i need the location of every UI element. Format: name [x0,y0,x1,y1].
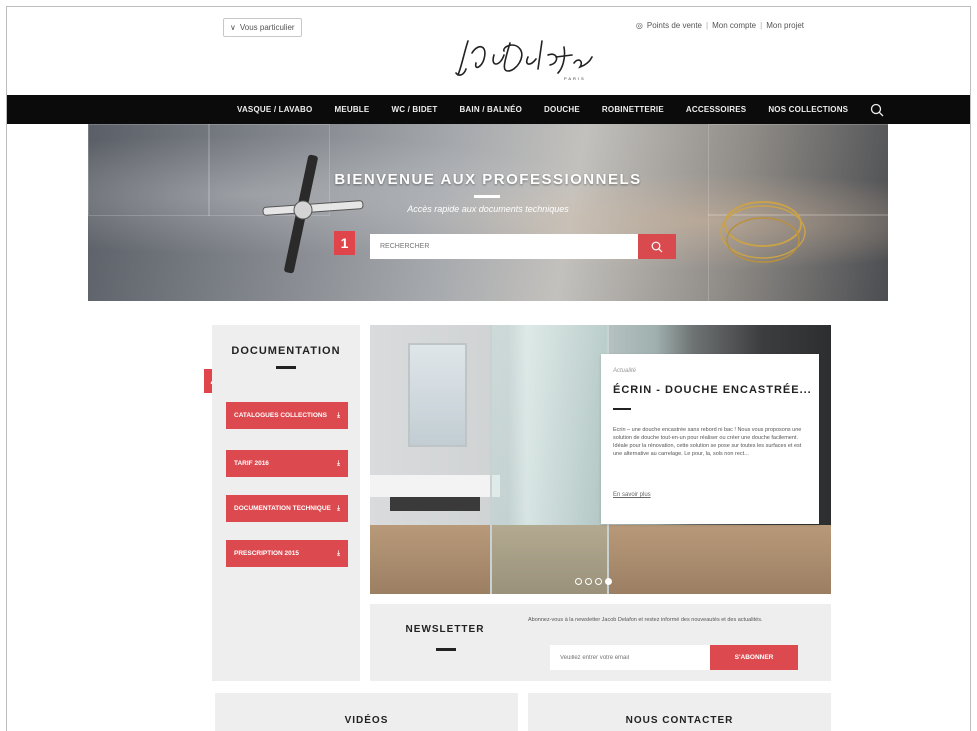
link-points-de-vente[interactable]: Points de vente [647,21,702,30]
professional-selector[interactable]: ∨ Vous particulier [223,18,302,37]
slider-dot-active[interactable] [605,578,612,585]
divider: | [760,21,763,30]
newsletter-panel: NEWSLETTER Abonnez-vous à la newsletter … [370,604,831,681]
slide-image-vanity-drawer [390,497,480,511]
newsletter-divider [436,648,456,651]
nav-item-douche[interactable]: DOUCHE [544,105,580,114]
nav-item-vasque[interactable]: VASQUE / LAVABO [237,105,312,114]
documentation-panel: DOCUMENTATION CATALOGUES COLLECTIONS ⤓ T… [212,325,360,681]
download-icon: ⤓ [337,411,340,419]
site-header: ∨ Vous particulier ◎ Points de vente | M… [7,7,970,95]
newsletter-description: Abonnez-vous à la newsletter Jacob Delaf… [528,617,763,623]
browser-frame: ∨ Vous particulier ◎ Points de vente | M… [6,6,971,731]
divider: | [706,21,709,30]
nav-item-collections[interactable]: NOS COLLECTIONS [768,105,848,114]
doc-button-prescription[interactable]: PRESCRIPTION 2015 ⤓ [226,540,348,567]
doc-button-label: DOCUMENTATION TECHNIQUE [234,505,331,512]
hero-divider [474,195,500,198]
top-links: ◎ Points de vente | Mon compte | Mon pro… [636,21,804,30]
chevron-down-icon: ∨ [230,23,236,32]
main-nav: VASQUE / LAVABO MEUBLE WC / BIDET BAIN /… [7,95,970,124]
faucet-illustration [262,154,364,274]
hero-subtitle: Accès rapide aux documents techniques [407,204,569,214]
slider-pagination [575,578,612,585]
newsletter-subscribe-button[interactable]: S'ABONNER [710,645,798,670]
hero-search-button[interactable] [638,234,676,259]
nav-item-accessoires[interactable]: ACCESSOIRES [686,105,746,114]
contact-title: NOUS CONTACTER [625,715,734,726]
news-card-body: Ecrin – une douche encastrée sans rebord… [613,427,802,457]
videos-title: VIDÉOS [344,715,389,726]
slider-dot[interactable] [595,578,602,585]
nav-item-robinetterie[interactable]: ROBINETTERIE [602,105,664,114]
hero-title: BIENVENUE AUX PROFESSIONNELS [334,171,642,188]
news-card-read-more-link[interactable]: En savoir plus [613,492,651,498]
hero-search-input[interactable] [370,234,638,259]
brand-logo[interactable]: PARIS [454,33,594,83]
doc-button-label: PRESCRIPTION 2015 [234,550,300,557]
doc-button-catalogues[interactable]: CATALOGUES COLLECTIONS ⤓ [226,402,348,429]
contact-panel[interactable]: NOUS CONTACTER [528,693,831,731]
nav-item-wc[interactable]: WC / BIDET [391,105,437,114]
slide-image-shower-glass [490,325,609,594]
logo-subtext: PARIS [564,76,586,81]
doc-button-label: TARIF 2016 [234,460,269,467]
news-card-kicker: Actualité [613,368,637,374]
download-icon: ⤓ [337,549,340,557]
search-icon [651,241,663,252]
nav-item-bain[interactable]: BAIN / BALNÉO [459,105,522,114]
callout-badge-1: 1 [334,231,355,255]
link-mon-compte[interactable]: Mon compte [712,21,756,30]
slider-dot[interactable] [575,578,582,585]
slide-image-vanity [370,475,500,497]
slider-dot[interactable] [585,578,592,585]
documentation-divider [276,366,296,369]
search-icon[interactable] [870,103,884,117]
location-pin-icon: ◎ [635,21,643,30]
doc-button-technique[interactable]: DOCUMENTATION TECHNIQUE ⤓ [226,495,348,522]
videos-panel[interactable]: VIDÉOS [215,693,518,731]
documentation-title: DOCUMENTATION [231,345,341,357]
download-icon: ⤓ [337,504,340,512]
nav-item-meuble[interactable]: MEUBLE [334,105,369,114]
slide-image-mirror [408,343,467,447]
doc-button-label: CATALOGUES COLLECTIONS [234,412,327,419]
professional-selector-label: Vous particulier [239,23,295,32]
newsletter-title: NEWSLETTER [405,624,485,635]
download-icon: ⤓ [337,459,340,467]
link-mon-projet[interactable]: Mon projet [766,21,804,30]
newsletter-email-input[interactable] [550,645,710,670]
news-card: Actualité ÉCRIN - DOUCHE ENCASTRÉE... Ec… [601,354,819,524]
hero-decor [88,124,210,216]
news-slider[interactable]: Actualité ÉCRIN - DOUCHE ENCASTRÉE... Ec… [370,325,831,594]
doc-button-tarif[interactable]: TARIF 2016 ⤓ [226,450,348,477]
news-card-title: ÉCRIN - DOUCHE ENCASTRÉE... [613,384,812,396]
news-card-divider [613,408,631,410]
hero-banner: BIENVENUE AUX PROFESSIONNELS Accès rapid… [88,124,888,301]
